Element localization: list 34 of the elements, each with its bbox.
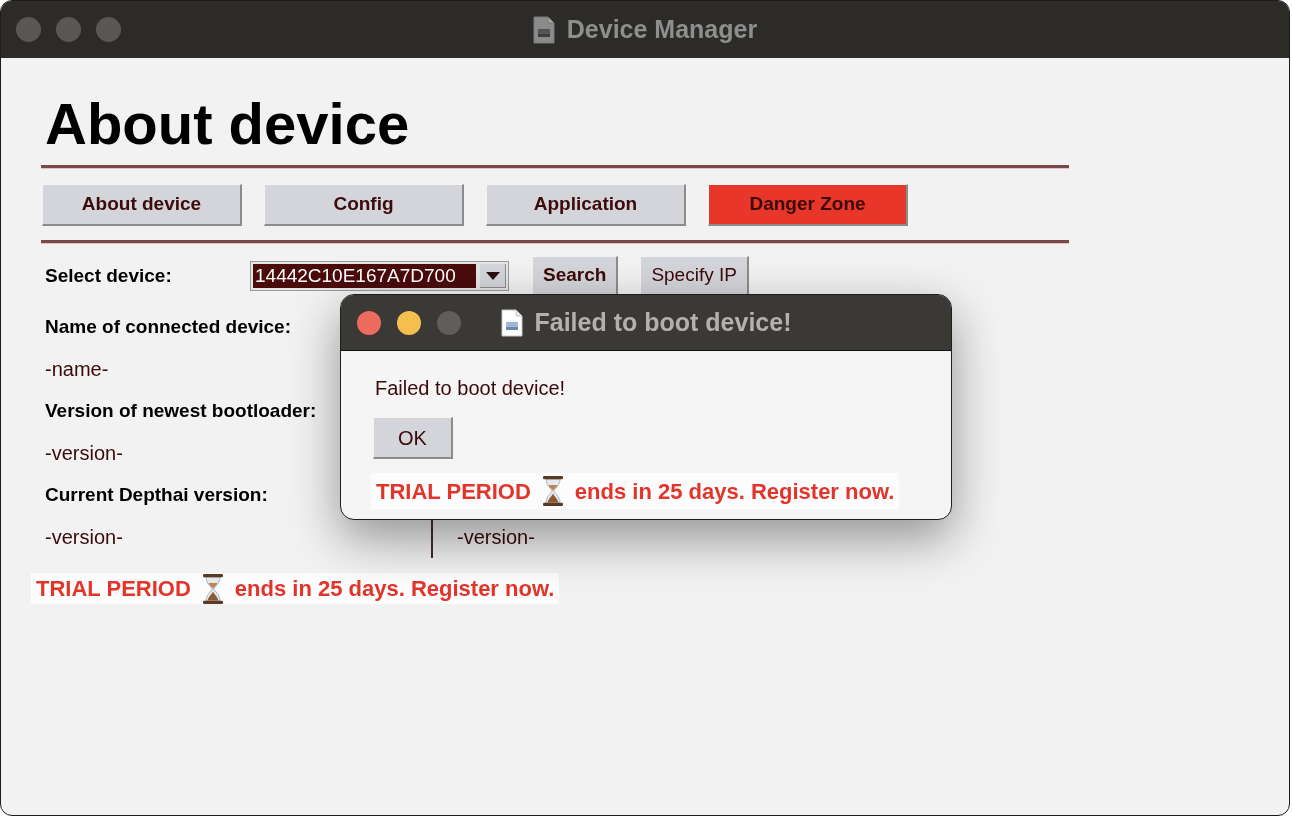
tab[interactable]: About device (42, 184, 242, 226)
trial-ends-text: ends in 25 days. Register now. (574, 477, 895, 506)
field-label: Current Depthai version: (45, 482, 268, 507)
close-button[interactable] (16, 17, 41, 42)
tab[interactable]: Application (486, 184, 686, 226)
field-value: -version- (45, 441, 123, 466)
document-icon (532, 15, 555, 44)
dialog-message: Failed to boot device! (374, 376, 566, 401)
zoom-button[interactable] (437, 310, 461, 335)
zoom-button[interactable] (96, 17, 121, 42)
search-button[interactable]: Search (532, 256, 619, 296)
caret-icon (485, 271, 500, 280)
select-device-label: Select device: (44, 263, 173, 288)
hourglass-icon (540, 476, 565, 506)
trial-period-text: TRIAL PERIOD (376, 477, 531, 506)
close-button[interactable] (357, 310, 381, 335)
field-value: -version- (457, 525, 535, 550)
hourglass-icon (200, 573, 225, 604)
field-label: Name of connected device: (45, 314, 292, 339)
page-heading: About device (44, 95, 410, 153)
specify-ip-button[interactable]: Specify IP (640, 256, 749, 296)
field-value: -name- (45, 357, 109, 382)
device-dropdown[interactable]: 14442C10E167A7D700 (250, 261, 509, 291)
window-title: Device Manager (566, 13, 758, 45)
ok-button[interactable]: OK (373, 417, 453, 459)
field-value: -version- (45, 525, 123, 550)
minimize-button[interactable] (397, 310, 421, 335)
document-icon (500, 308, 523, 337)
trial-period-text: TRIAL PERIOD (36, 575, 191, 603)
field-label: Version of newest bootloader: (45, 398, 317, 423)
tab[interactable]: Danger Zone (708, 184, 908, 226)
trial-ends-text: ends in 25 days. Register now. (234, 575, 555, 603)
tab[interactable]: Config (264, 184, 464, 226)
dialog-title: Failed to boot device! (534, 306, 792, 338)
